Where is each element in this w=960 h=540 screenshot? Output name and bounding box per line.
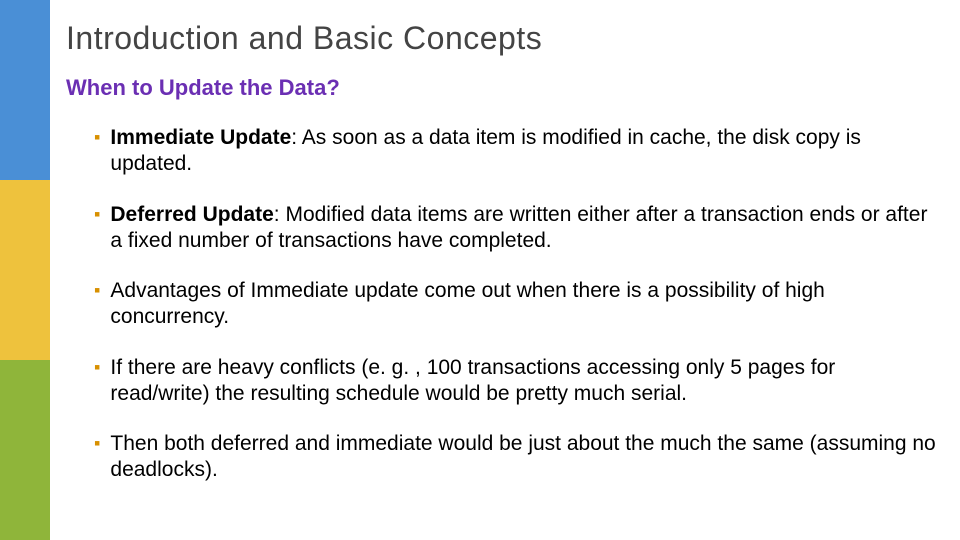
bullet-text: Deferred Update: Modified data items are… [110, 202, 936, 255]
bullet-mark-icon: ▪ [94, 278, 100, 331]
slide: Introduction and Basic Concepts When to … [0, 0, 960, 540]
accent-sidebar [0, 0, 50, 540]
bullet-text: Advantages of Immediate update come out … [110, 278, 936, 331]
bullet-sep: : [274, 203, 286, 226]
bullet-item: ▪ If there are heavy conflicts (e. g. , … [94, 355, 936, 408]
bullet-mark-icon: ▪ [94, 125, 100, 178]
accent-seg-2 [0, 180, 50, 360]
accent-seg-3 [0, 360, 50, 540]
bullet-item: ▪ Then both deferred and immediate would… [94, 431, 936, 484]
bullet-item: ▪ Immediate Update: As soon as a data it… [94, 125, 936, 178]
bullet-strong: Immediate Update [110, 126, 291, 149]
bullet-item: ▪ Advantages of Immediate update come ou… [94, 278, 936, 331]
bullet-mark-icon: ▪ [94, 355, 100, 408]
bullet-item: ▪ Deferred Update: Modified data items a… [94, 202, 936, 255]
page-title: Introduction and Basic Concepts [66, 20, 936, 57]
bullet-sep: : [291, 126, 302, 149]
accent-seg-1 [0, 0, 50, 180]
bullet-rest: Then both deferred and immediate would b… [110, 432, 935, 481]
bullet-text: If there are heavy conflicts (e. g. , 10… [110, 355, 936, 408]
bullet-strong: Deferred Update [110, 203, 273, 226]
bullet-mark-icon: ▪ [94, 431, 100, 484]
content-area: Introduction and Basic Concepts When to … [66, 20, 936, 508]
bullet-rest: Advantages of Immediate update come out … [110, 279, 824, 328]
bullet-list: ▪ Immediate Update: As soon as a data it… [94, 125, 936, 484]
bullet-mark-icon: ▪ [94, 202, 100, 255]
bullet-text: Immediate Update: As soon as a data item… [110, 125, 936, 178]
page-subtitle: When to Update the Data? [66, 75, 936, 101]
bullet-rest: If there are heavy conflicts (e. g. , 10… [110, 356, 835, 405]
bullet-text: Then both deferred and immediate would b… [110, 431, 936, 484]
